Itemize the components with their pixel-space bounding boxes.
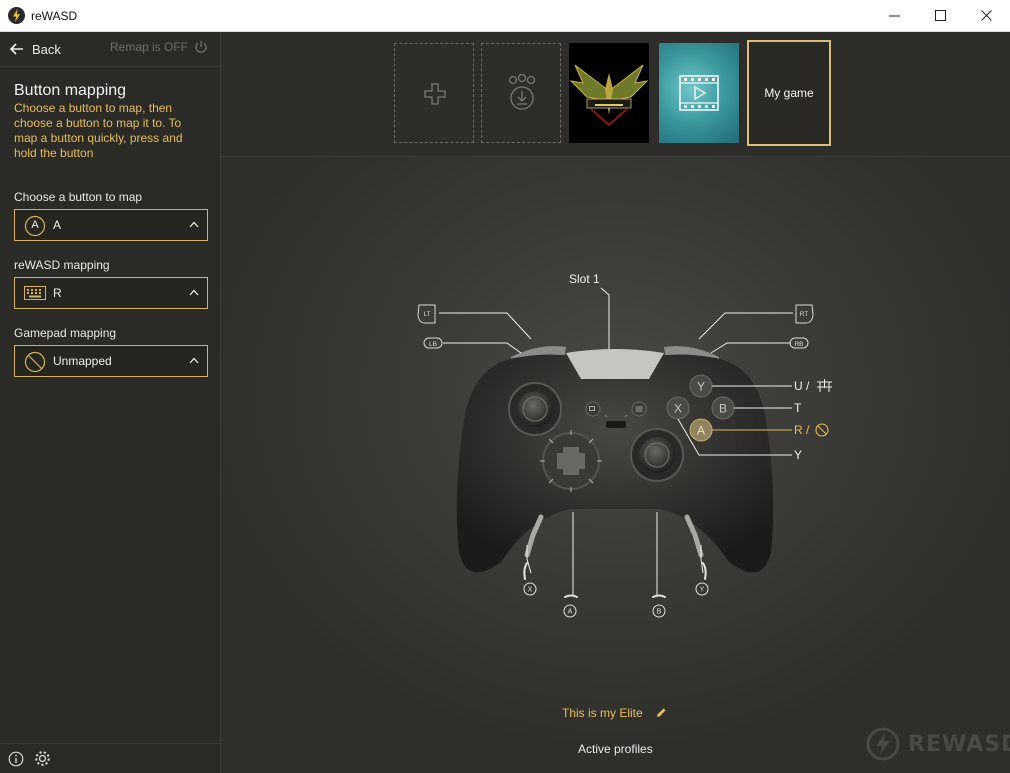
app-title: reWASD <box>31 9 78 23</box>
rewasd-mapping-label: reWASD mapping <box>14 258 110 272</box>
left-stick-cap <box>517 391 553 427</box>
gamepad-mapping-value: Unmapped <box>53 354 112 368</box>
profile-name[interactable]: This is my Elite <box>562 706 667 720</box>
add-profile-tile[interactable] <box>394 43 474 143</box>
mapping-description: Choose a button to map, then choose a bu… <box>14 101 183 160</box>
back-label: Back <box>32 41 61 57</box>
main-area: My game Slot 1 Y B X A LT LB RT RB U / T… <box>221 32 1010 773</box>
profile-name-text: This is my Elite <box>562 706 643 720</box>
active-profiles-link[interactable]: Active profiles <box>578 742 653 756</box>
choose-button-label: Choose a button to map <box>14 190 143 204</box>
y-mapping-label: U <box>794 379 803 393</box>
unmapped-icon <box>24 351 46 373</box>
profile-tile-elite[interactable] <box>569 43 649 143</box>
arrow-left-icon <box>10 43 23 55</box>
stand-icon <box>817 379 832 392</box>
rewasd-logo-icon <box>866 727 900 761</box>
choose-button-value: A <box>53 218 62 232</box>
remap-toggle[interactable]: Remap is OFF <box>110 40 208 54</box>
svg-text:/: / <box>806 379 810 393</box>
controller-diagram: Slot 1 Y B X A LT LB RT RB U / T R / Y X… <box>417 272 832 618</box>
svg-text:A: A <box>697 424 705 438</box>
title-bar: reWASD <box>0 0 1010 32</box>
paddle-y-icon <box>702 562 707 580</box>
pencil-icon[interactable] <box>656 707 667 718</box>
maximize-button[interactable] <box>918 0 964 31</box>
choose-button-dropdown[interactable]: A A <box>14 209 208 241</box>
remap-status: Remap is OFF <box>109 40 188 54</box>
svg-text:A: A <box>568 609 573 616</box>
watermark-text: REWASD <box>908 731 1010 757</box>
b-mapping-label: T <box>794 401 802 415</box>
slot-label: Slot 1 <box>569 272 600 286</box>
unmapped-icon <box>815 423 829 437</box>
a-button-icon-letter: A <box>31 219 39 231</box>
community-profile-tile[interactable] <box>481 43 561 143</box>
sidebar: Back Remap is OFF Button mapping Choose … <box>0 32 221 773</box>
chevron-up-icon <box>189 221 199 228</box>
svg-text:B: B <box>657 609 662 616</box>
profile-switch <box>606 421 626 428</box>
rewasd-watermark: REWASD <box>866 727 1010 761</box>
gamepad-mapping-dropdown[interactable]: Unmapped <box>14 345 208 377</box>
controller-body <box>456 354 774 573</box>
info-icon[interactable] <box>8 751 24 767</box>
paddle-a-icon <box>564 594 578 598</box>
close-button[interactable] <box>964 0 1010 31</box>
svg-text:Y: Y <box>697 380 705 394</box>
rewasd-mapping-dropdown[interactable]: R <box>14 277 208 309</box>
controller-top-plate <box>566 349 664 379</box>
svg-text:/: / <box>806 423 810 437</box>
minimize-button[interactable] <box>872 0 918 31</box>
sidebar-top-row: Back Remap is OFF <box>0 32 220 66</box>
right-stick-cap <box>639 437 675 473</box>
elite-logo <box>569 64 649 127</box>
svg-text:RT: RT <box>800 311 809 318</box>
sidebar-footer <box>0 743 220 773</box>
power-icon <box>195 41 207 53</box>
view-button[interactable] <box>585 401 601 417</box>
svg-text:LB: LB <box>429 341 437 348</box>
paddle-x-icon <box>523 562 528 580</box>
profile-bar: My game <box>221 32 1010 157</box>
svg-text:LT: LT <box>423 311 430 318</box>
back-button[interactable]: Back <box>10 40 61 58</box>
gear-icon[interactable] <box>34 750 51 767</box>
chevron-up-icon <box>189 289 199 296</box>
svg-text:X: X <box>528 587 533 594</box>
rewasd-mapping-value: R <box>53 286 62 300</box>
profile-name-label: My game <box>764 86 814 100</box>
svg-text:Y: Y <box>700 587 705 594</box>
a-mapping-label: R <box>794 423 803 437</box>
svg-text:X: X <box>674 402 682 416</box>
app-logo-icon <box>8 7 25 24</box>
page-title: Button mapping <box>14 82 127 99</box>
a-button-icon: A <box>24 215 46 242</box>
paddle-b-icon <box>652 594 666 598</box>
x-mapping-label: Y <box>794 448 802 462</box>
svg-text:RB: RB <box>794 341 803 348</box>
community-download-icon <box>508 74 536 110</box>
plus-icon <box>424 83 446 105</box>
divider <box>0 66 220 67</box>
gamepad-mapping-label: Gamepad mapping <box>14 326 117 340</box>
video-icon <box>679 75 719 111</box>
profile-tile-video[interactable] <box>659 43 739 143</box>
profile-tile-my-game[interactable]: My game <box>747 40 831 146</box>
keyboard-icon <box>24 286 46 300</box>
chevron-up-icon <box>189 357 199 364</box>
svg-text:B: B <box>719 402 727 416</box>
